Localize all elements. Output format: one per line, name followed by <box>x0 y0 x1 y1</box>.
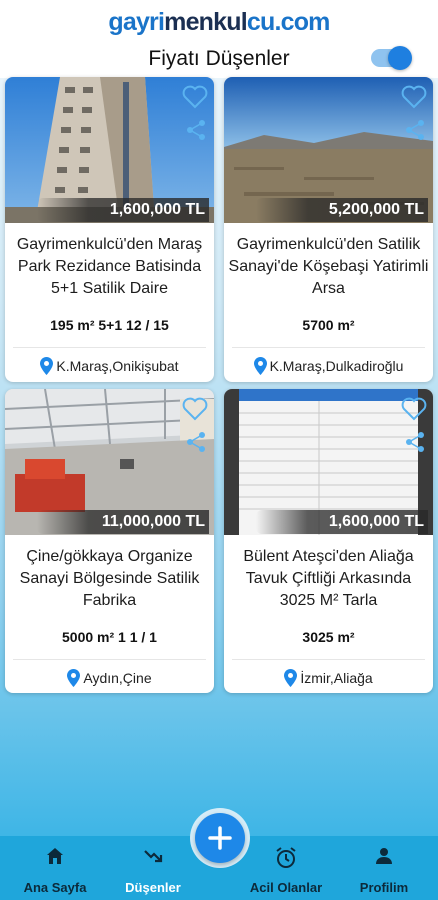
card-divider <box>232 659 425 660</box>
location-pin-icon <box>284 669 298 687</box>
nav-price-drops[interactable]: Düşenler <box>108 836 198 900</box>
nav-home[interactable]: Ana Sayfa <box>10 836 100 900</box>
listing-price: 11,000,000 TL <box>37 510 209 534</box>
card-divider <box>232 347 425 348</box>
location-pin-icon <box>253 357 267 375</box>
listing-specs: 3025 m² <box>302 629 355 645</box>
share-icon[interactable] <box>405 431 425 453</box>
listing-location-text: K.Maraş,Onikişubat <box>56 358 179 374</box>
app-header: gayrimenkulcu.com Fiyatı Düşenler <box>0 0 438 78</box>
person-icon <box>376 848 392 864</box>
price-drop-toggle[interactable] <box>371 46 412 70</box>
listing-location-text: Aydın,Çine <box>83 670 152 686</box>
location-pin-icon <box>67 669 81 687</box>
listing-location: K.Maraş,Onikişubat <box>5 355 214 377</box>
card-divider <box>13 347 206 348</box>
listing-location: İzmir,Aliağa <box>224 667 433 689</box>
listing-price: 5,200,000 TL <box>256 198 428 222</box>
listing-image: 5,200,000 TL <box>224 77 433 223</box>
trending-down-icon <box>144 850 163 863</box>
listing-location: K.Maraş,Dulkadiroğlu <box>224 355 433 377</box>
listing-image: 1,600,000 TL <box>224 389 433 535</box>
nav-profile[interactable]: Profilim <box>340 836 428 900</box>
listing-card[interactable]: 1,600,000 TL Bülent Ateşci'den Aliağa Ta… <box>224 389 433 693</box>
home-icon <box>47 848 63 864</box>
nav-home-label: Ana Sayfa <box>23 880 87 895</box>
listing-title: Bülent Ateşci'den Aliağa Tavuk Çiftliği … <box>243 548 414 609</box>
fab-circle <box>195 813 245 863</box>
card-divider <box>13 659 206 660</box>
listing-specs: 5000 m² 1 1 / 1 <box>62 629 157 645</box>
listing-card[interactable]: 11,000,000 TL Çine/gökkaya Organize Sana… <box>5 389 214 693</box>
nav-profile-label: Profilim <box>359 880 409 895</box>
plus-icon <box>208 826 232 850</box>
share-icon[interactable] <box>186 119 206 141</box>
share-icon[interactable] <box>186 431 206 453</box>
listing-image: 11,000,000 TL <box>5 389 214 535</box>
alarm-clock-icon <box>276 847 296 868</box>
listing-title: Çine/gökkaya Organize Sanayi Bölgesinde … <box>19 548 200 609</box>
app-logo: gayrimenkulcu.com <box>108 8 330 36</box>
share-icon[interactable] <box>405 119 425 141</box>
listing-price: 1,600,000 TL <box>37 198 209 222</box>
listing-specs: 5700 m² <box>302 317 355 333</box>
listing-location-text: İzmir,Aliağa <box>300 670 373 686</box>
nav-urgent[interactable]: Acil Olanlar <box>236 836 336 900</box>
listing-location: Aydın,Çine <box>5 667 214 689</box>
add-listing-button[interactable] <box>190 808 250 868</box>
listing-specs: 195 m² 5+1 12 / 15 <box>50 317 169 333</box>
listing-image: 1,600,000 TL <box>5 77 214 223</box>
toggle-knob <box>388 46 412 70</box>
listing-card[interactable]: 1,600,000 TL Gayrimenkulcü'den Maraş Par… <box>5 77 214 382</box>
listing-price: 1,600,000 TL <box>256 510 428 534</box>
favorite-heart-icon[interactable] <box>401 85 427 109</box>
listing-location-text: K.Maraş,Dulkadiroğlu <box>269 358 404 374</box>
nav-price-drops-label: Düşenler <box>125 880 181 895</box>
favorite-heart-icon[interactable] <box>401 397 427 421</box>
location-pin-icon <box>40 357 54 375</box>
listing-title: Gayrimenkulcü'den Satilik Sanayi'de Köşe… <box>228 236 429 297</box>
listing-card[interactable]: 5,200,000 TL Gayrimenkulcü'den Satilik S… <box>224 77 433 382</box>
listing-title: Gayrimenkulcü'den Maraş Park Rezidance B… <box>16 236 203 297</box>
favorite-heart-icon[interactable] <box>182 397 208 421</box>
favorite-heart-icon[interactable] <box>182 85 208 109</box>
nav-urgent-label: Acil Olanlar <box>249 880 323 895</box>
